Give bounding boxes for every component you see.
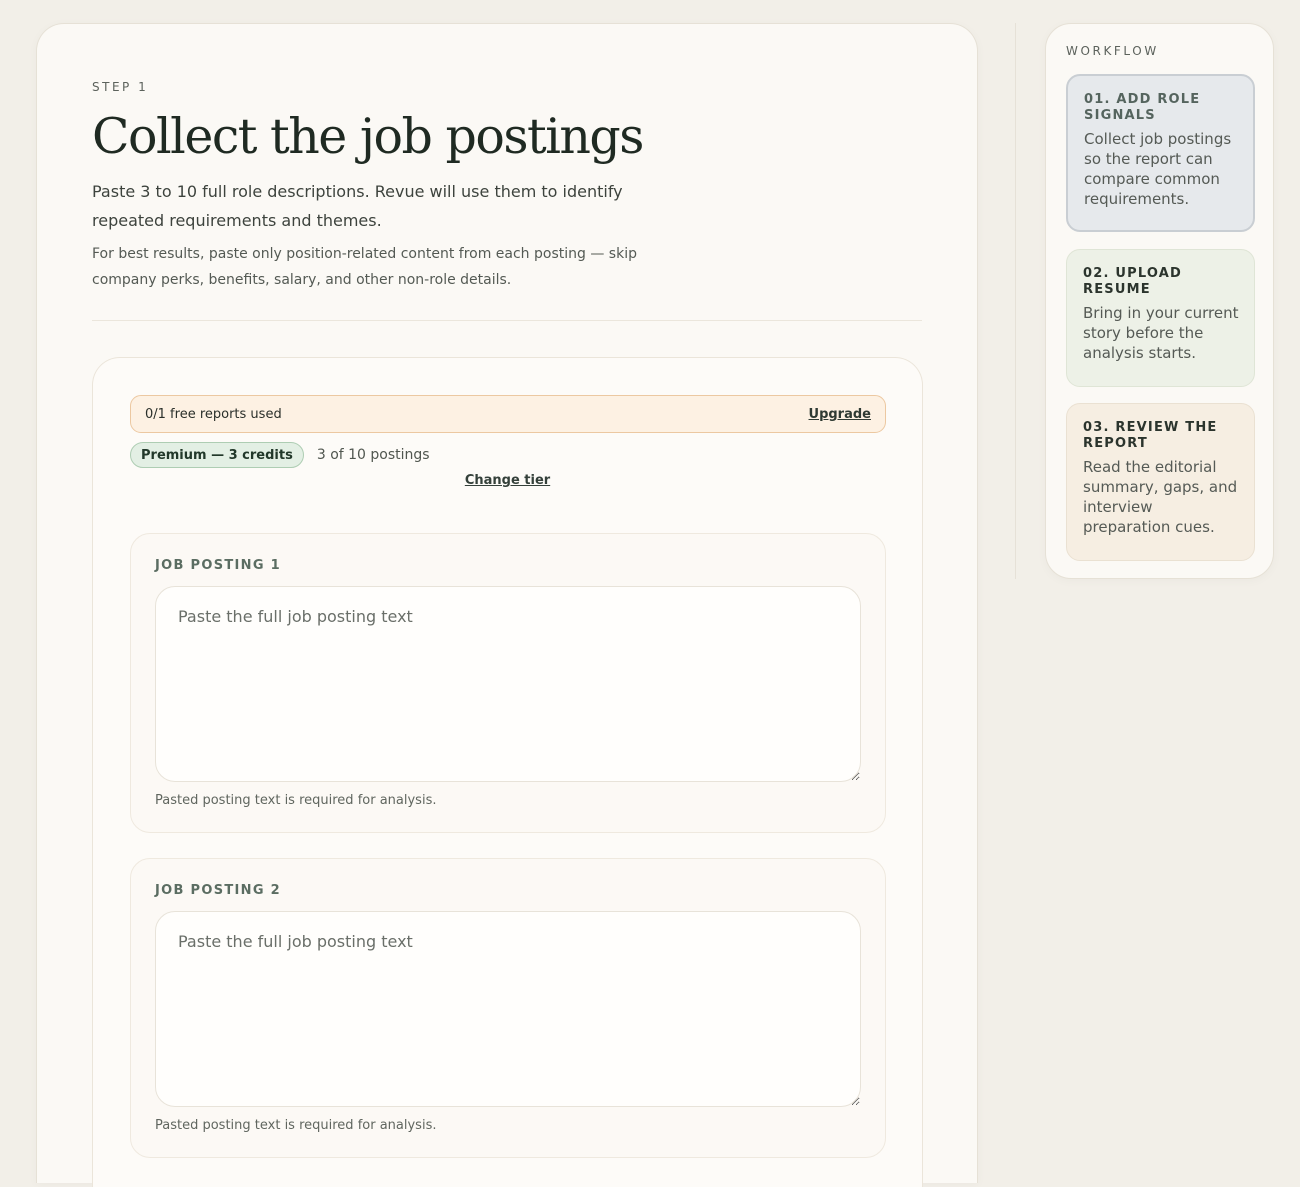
upgrade-link[interactable]: Upgrade [809, 407, 871, 422]
postings-form: 0/1 free reports used Upgrade Premium — … [92, 357, 923, 1187]
job-posting-1-input[interactable] [155, 586, 861, 782]
workflow-step-review-report: 03. REVIEW THE REPORT Read the editorial… [1066, 403, 1255, 561]
usage-banner: 0/1 free reports used Upgrade [130, 395, 886, 433]
workflow-step-description: Collect job postings so the report can c… [1084, 130, 1232, 208]
change-tier-row: Change tier [93, 473, 922, 488]
tier-badge: Premium — 3 credits [130, 442, 304, 468]
workflow-step-title: 01. ADD ROLE SIGNALS [1084, 92, 1201, 123]
change-tier-link[interactable]: Change tier [465, 473, 550, 488]
job-posting-2: JOB POSTING 2 Pasted posting text is req… [130, 858, 886, 1158]
workflow-step-description: Read the editorial summary, gaps, and in… [1083, 458, 1238, 536]
job-posting-1: JOB POSTING 1 Pasted posting text is req… [130, 533, 886, 833]
workflow-step-add-role-signals: 01. ADD ROLE SIGNALS Collect job posting… [1066, 74, 1255, 232]
usage-text: 0/1 free reports used [145, 406, 282, 422]
postings-count: 3 of 10 postings [316, 447, 430, 463]
tier-row: Premium — 3 credits 3 of 10 postings [130, 442, 430, 468]
tip-text: For best results, paste only position-re… [92, 246, 637, 288]
page-title: Collect the job postings [92, 108, 644, 165]
workflow-step-title: 02. UPLOAD RESUME [1083, 266, 1183, 297]
intro-text: Paste 3 to 10 full role descriptions. Re… [92, 182, 623, 230]
workflow-label: WORKFLOW [1066, 44, 1159, 58]
job-posting-2-help: Pasted posting text is required for anal… [155, 1118, 437, 1133]
job-posting-2-title: JOB POSTING 2 [155, 883, 281, 898]
step-label: STEP 1 [92, 80, 149, 94]
main-panel: STEP 1 Collect the job postings Paste 3 … [36, 23, 978, 1187]
workflow-step-title: 03. REVIEW THE REPORT [1083, 420, 1218, 451]
job-posting-2-input[interactable] [155, 911, 861, 1107]
job-posting-1-title: JOB POSTING 1 [155, 558, 281, 573]
workflow-step-upload-resume: 02. UPLOAD RESUME Bring in your current … [1066, 249, 1255, 387]
sidebar-divider [1015, 23, 1016, 579]
header-divider [92, 320, 922, 321]
workflow-sidebar: WORKFLOW 01. ADD ROLE SIGNALS Collect jo… [1045, 23, 1274, 579]
workflow-step-description: Bring in your current story before the a… [1083, 304, 1239, 362]
job-posting-1-help: Pasted posting text is required for anal… [155, 793, 437, 808]
